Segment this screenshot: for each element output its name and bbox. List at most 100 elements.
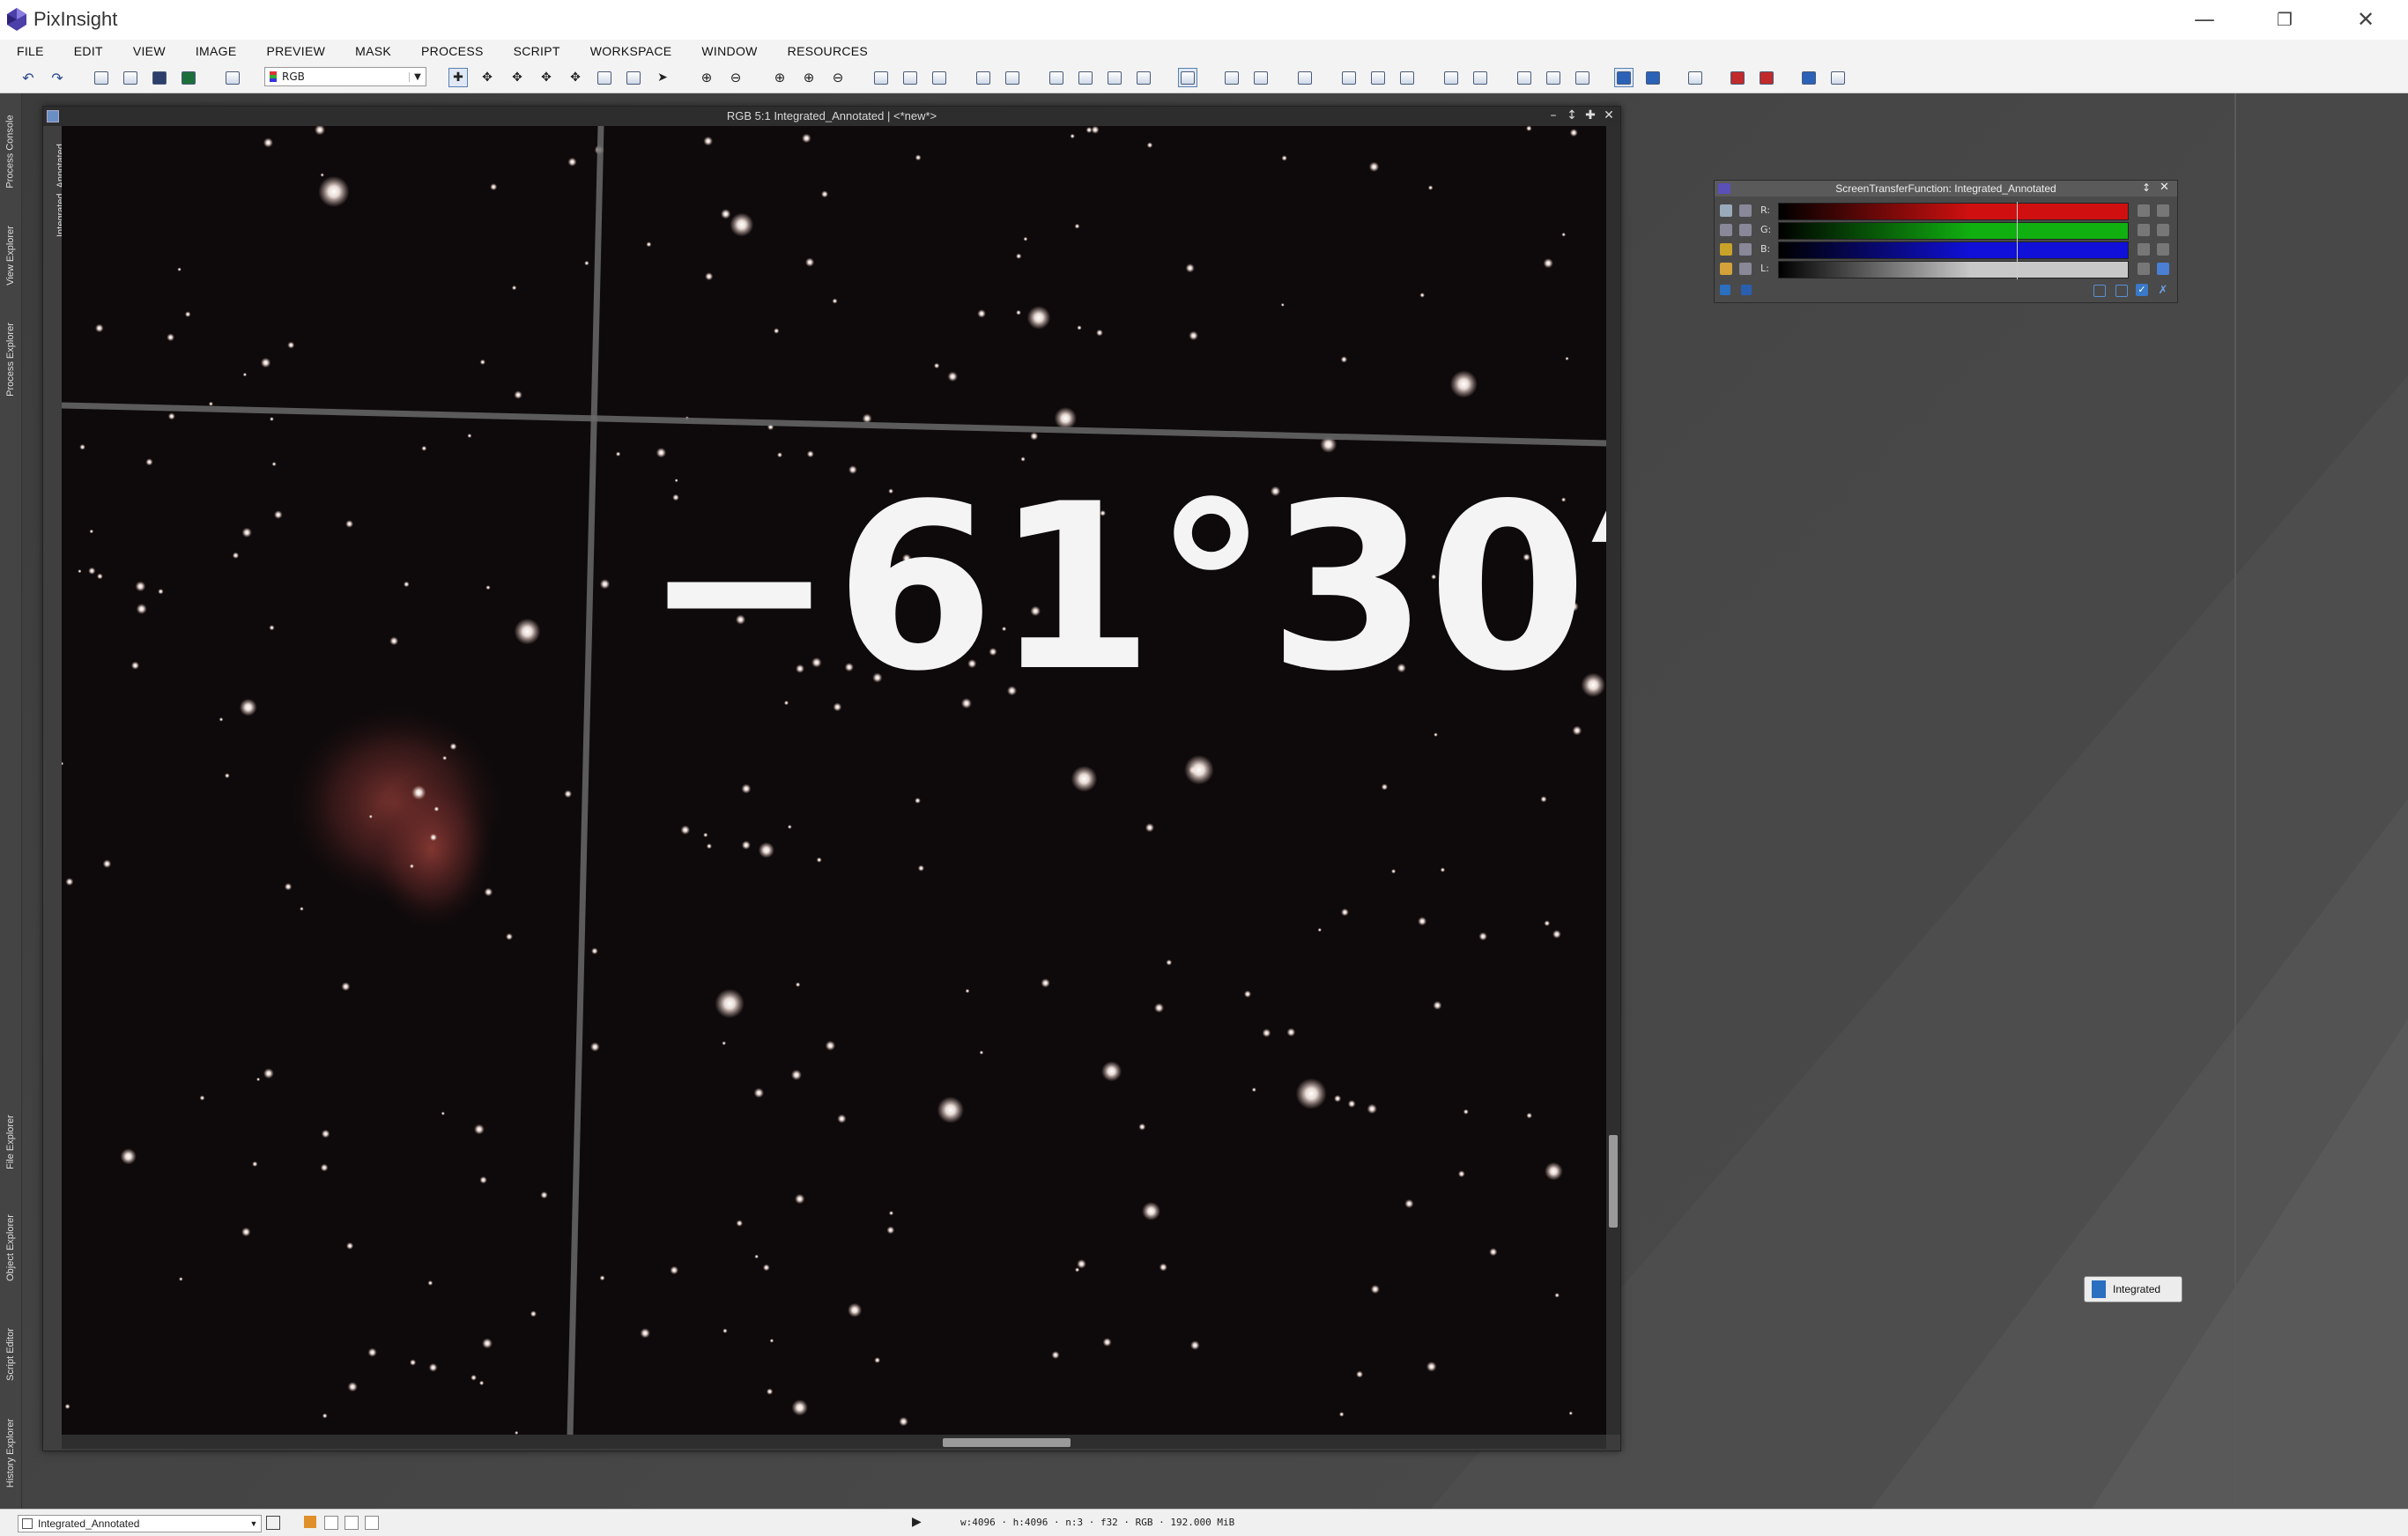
minimize-view-icon[interactable]: – xyxy=(1545,108,1561,122)
close-button[interactable]: ✕ xyxy=(2335,4,2397,35)
vertical-scrollbar[interactable] xyxy=(1606,126,1620,1435)
toolbar-icon[interactable] xyxy=(625,69,642,86)
toolbar-icon[interactable] xyxy=(1340,69,1358,86)
menu-view[interactable]: VIEW xyxy=(116,44,179,58)
view-options-icon[interactable] xyxy=(266,1516,280,1530)
maximize-view-icon[interactable]: ✚ xyxy=(1582,108,1598,122)
settings-icon[interactable] xyxy=(2157,204,2169,217)
midtones-marker[interactable] xyxy=(2017,260,2018,279)
apply-global-icon[interactable] xyxy=(1741,285,1752,295)
toolbar-icon[interactable] xyxy=(180,69,197,86)
stf-slider-g[interactable] xyxy=(1778,221,2129,241)
tab-history-explorer[interactable]: History Explorer xyxy=(0,1405,21,1502)
colorspace-select[interactable]: RGB ▼ xyxy=(264,67,426,86)
image-window-titlebar[interactable]: RGB 5:1 Integrated_Annotated | <*new*> –… xyxy=(43,107,1620,126)
stf-slider-r[interactable] xyxy=(1778,202,2129,221)
menu-workspace[interactable]: WORKSPACE xyxy=(574,44,685,58)
screen-icon[interactable] xyxy=(2157,263,2169,275)
close-view-icon[interactable]: ✕ xyxy=(1601,108,1617,122)
midtones-marker[interactable] xyxy=(2017,221,2018,241)
toolbar-icon[interactable] xyxy=(1178,68,1197,87)
toolbar-icon[interactable] xyxy=(930,69,948,86)
mask-icon[interactable] xyxy=(304,1516,316,1528)
toolbar-icon[interactable] xyxy=(1442,69,1460,86)
toolbar-icon[interactable] xyxy=(974,69,992,86)
menu-preview[interactable]: PREVIEW xyxy=(249,44,338,58)
pointer-icon[interactable]: ➤ xyxy=(654,69,671,86)
menu-script[interactable]: SCRIPT xyxy=(497,44,574,58)
readout-mode-icon[interactable]: ✚ xyxy=(448,68,468,87)
toolbar-icon[interactable] xyxy=(1758,69,1775,86)
pan-mode-icon[interactable]: ✥ xyxy=(537,69,555,86)
menu-resources[interactable]: RESOURCES xyxy=(771,44,881,58)
tab-file-explorer[interactable]: File Explorer xyxy=(0,1098,21,1186)
toolbar-icon[interactable] xyxy=(93,69,110,86)
toolbar-icon[interactable] xyxy=(1077,69,1094,86)
zoom-icon[interactable]: ⊕ xyxy=(771,69,789,86)
toolbar-icon[interactable] xyxy=(1296,69,1314,86)
new-instance-icon[interactable] xyxy=(1720,285,1730,295)
toolbar-icon[interactable] xyxy=(1252,69,1270,86)
toggle-icon[interactable] xyxy=(365,1516,379,1530)
toolbar-icon[interactable] xyxy=(596,69,613,86)
toolbar-icon[interactable]: ✥ xyxy=(567,69,584,86)
restore-button[interactable]: ❐ xyxy=(2254,4,2315,35)
pointer-icon[interactable] xyxy=(1739,204,1752,217)
reset-icon[interactable] xyxy=(2138,243,2150,256)
tab-process-explorer[interactable]: Process Explorer xyxy=(0,307,21,412)
tab-view-explorer[interactable]: View Explorer xyxy=(0,208,21,303)
shade-icon[interactable]: ↕ xyxy=(2142,182,2151,194)
close-icon[interactable]: ✕ xyxy=(2160,181,2169,194)
zoom-out-icon[interactable]: ⊖ xyxy=(727,69,745,86)
toolbar-icon[interactable] xyxy=(1574,69,1591,86)
undo-icon[interactable]: ↶ xyxy=(19,69,37,86)
toolbar-icon[interactable] xyxy=(1800,69,1818,86)
toolbar-icon[interactable] xyxy=(224,69,241,86)
toolbar-icon[interactable] xyxy=(1398,69,1416,86)
menu-window[interactable]: WINDOW xyxy=(685,44,770,58)
toolbar-icon[interactable] xyxy=(872,69,890,86)
redo-icon[interactable]: ↷ xyxy=(48,69,66,86)
toolbar-icon[interactable] xyxy=(1515,69,1533,86)
toolbar-icon[interactable] xyxy=(1644,69,1662,86)
stf-slider-b[interactable] xyxy=(1778,241,2129,260)
midtones-marker[interactable] xyxy=(2017,241,2018,260)
toolbar-icon[interactable] xyxy=(1004,69,1021,86)
toolbar-icon[interactable] xyxy=(1545,69,1562,86)
zoom-icon[interactable]: ⊖ xyxy=(829,69,847,86)
image-canvas[interactable]: −61°30′ xyxy=(62,126,1606,1435)
image-window[interactable]: RGB 5:1 Integrated_Annotated | <*new*> –… xyxy=(42,106,1621,1451)
view-select[interactable]: Integrated_Annotated ▼ xyxy=(18,1515,262,1532)
menu-mask[interactable]: MASK xyxy=(338,44,404,58)
toolbar-icon[interactable] xyxy=(1829,69,1847,86)
toolbar-icon[interactable] xyxy=(1369,69,1387,86)
auto-stretch-icon[interactable] xyxy=(1720,243,1732,256)
stf-slider-l[interactable] xyxy=(1778,260,2129,279)
reset-all-icon[interactable]: ✗ xyxy=(2157,284,2169,297)
zoom-in-icon[interactable]: ⊕ xyxy=(698,69,715,86)
midtones-marker[interactable] xyxy=(2017,202,2018,221)
toolbar-icon[interactable]: ✥ xyxy=(478,69,496,86)
zoom-icon[interactable]: ⊕ xyxy=(800,69,818,86)
toggle-icon[interactable] xyxy=(345,1516,359,1530)
scrollbar-thumb[interactable] xyxy=(1609,1135,1618,1228)
stf-titlebar[interactable]: ScreenTransferFunction: Integrated_Annot… xyxy=(1715,181,2177,197)
toolbar-icon[interactable] xyxy=(1729,69,1746,86)
toolbar-icon[interactable] xyxy=(1106,69,1123,86)
toolbar-icon[interactable] xyxy=(1686,69,1704,86)
tab-object-explorer[interactable]: Object Explorer xyxy=(0,1195,21,1301)
menu-edit[interactable]: EDIT xyxy=(57,44,116,58)
apply-icon[interactable]: ✓ xyxy=(2136,284,2148,296)
zoom-in-icon[interactable] xyxy=(1739,224,1752,236)
edit-icon[interactable] xyxy=(2157,224,2169,236)
horizontal-scrollbar[interactable] xyxy=(62,1435,1606,1449)
track-view-icon[interactable] xyxy=(2115,285,2128,297)
move-icon[interactable] xyxy=(2157,243,2169,256)
toolbar-icon[interactable] xyxy=(1048,69,1065,86)
toolbar-icon[interactable] xyxy=(901,69,919,86)
play-icon[interactable]: ▶ xyxy=(912,1515,922,1529)
browse-docs-icon[interactable] xyxy=(2093,285,2106,297)
tab-script-editor[interactable]: Script Editor xyxy=(0,1308,21,1400)
horizontal-arrows-icon[interactable] xyxy=(1739,263,1752,275)
link-channels-icon[interactable] xyxy=(1720,204,1732,217)
